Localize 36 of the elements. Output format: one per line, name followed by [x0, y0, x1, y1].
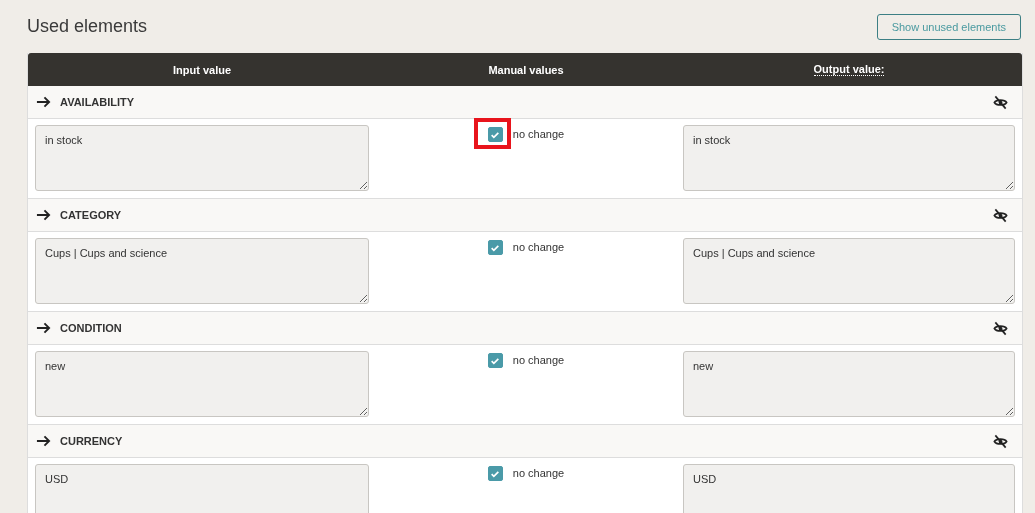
checkmark-icon	[490, 468, 501, 479]
checkbox[interactable]	[487, 240, 503, 255]
checkbox-label: no change	[512, 127, 565, 142]
eye-slash-icon[interactable]	[993, 320, 1008, 336]
element-name: CURRENCY	[60, 435, 123, 447]
eye-slash-icon[interactable]	[993, 207, 1008, 223]
column-header: Input value	[172, 63, 232, 76]
eye-slash-icon[interactable]	[993, 94, 1008, 110]
input-value-field[interactable]: new	[35, 351, 369, 417]
input-value-field[interactable]: USD	[35, 464, 369, 513]
input-value-field[interactable]: in stock	[35, 125, 369, 191]
checkmark-icon	[490, 129, 501, 140]
checkbox[interactable]	[487, 466, 503, 481]
checkbox-label: no change	[512, 466, 565, 481]
column-header: Output value:	[813, 63, 885, 76]
checkbox-label: no change	[512, 353, 565, 368]
arrow-right-icon[interactable]	[36, 96, 51, 108]
checkmark-icon	[490, 242, 501, 253]
output-value-field[interactable]: Cups | Cups and science	[683, 238, 1015, 304]
checkbox-label: no change	[512, 240, 565, 255]
element-name: CATEGORY	[60, 209, 122, 221]
page-title: Used elements	[27, 16, 148, 37]
arrow-right-icon[interactable]	[36, 209, 51, 221]
eye-slash-icon[interactable]	[993, 433, 1008, 449]
checkmark-icon	[490, 355, 501, 366]
element-name: CONDITION	[60, 322, 122, 334]
arrow-right-icon[interactable]	[36, 435, 51, 447]
output-value-field[interactable]: new	[683, 351, 1015, 417]
element-name: AVAILABILITY	[60, 96, 135, 108]
checkbox[interactable]	[487, 353, 503, 368]
input-value-field[interactable]: Cups | Cups and science	[35, 238, 369, 304]
arrow-right-icon[interactable]	[36, 322, 51, 334]
column-header: Manual values	[488, 63, 564, 76]
output-value-field[interactable]: USD	[683, 464, 1015, 513]
output-value-field[interactable]: in stock	[683, 125, 1015, 191]
checkbox[interactable]	[487, 127, 503, 142]
